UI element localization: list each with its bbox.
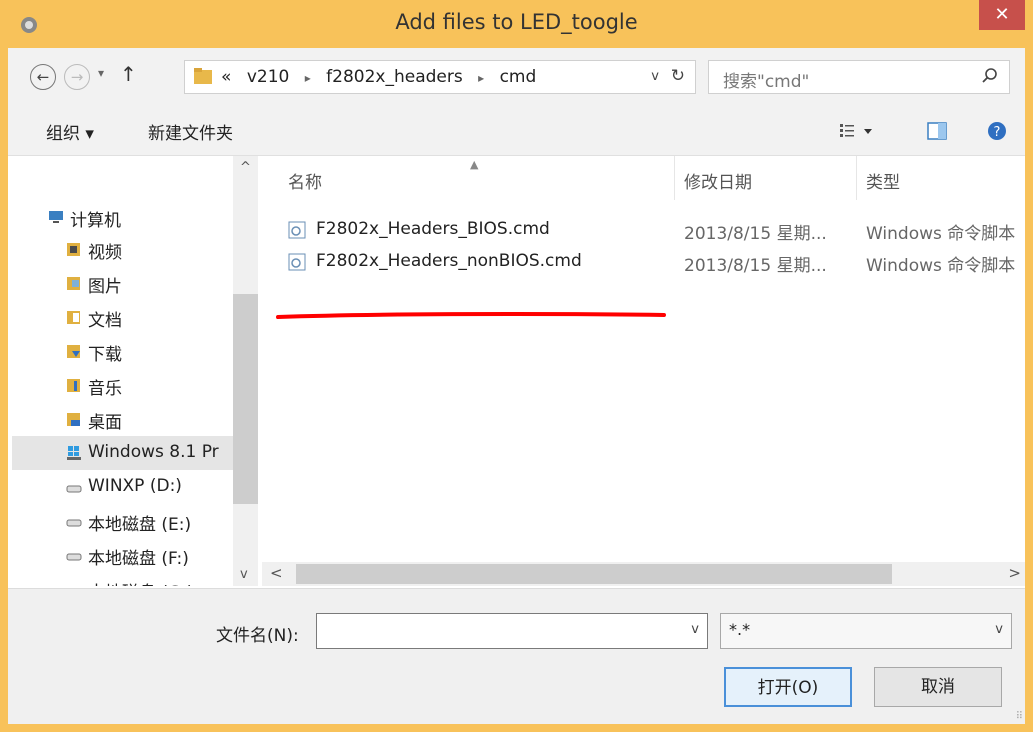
drive-icon <box>66 581 82 586</box>
sidebar-item-label: 文档 <box>88 311 122 331</box>
breadcrumb-overflow[interactable]: « <box>221 67 231 87</box>
navigation-bar: ← → ▾ ↑ « v210 ▸ f2802x_headers ▸ cmd v … <box>8 48 1025 106</box>
organize-menu[interactable]: 组织 ▾ <box>46 119 94 144</box>
help-icon[interactable]: ? <box>986 120 1008 142</box>
documents-library-icon <box>67 311 80 324</box>
recent-locations-dropdown[interactable]: ▾ <box>98 66 104 80</box>
scroll-left-arrow-icon[interactable]: < <box>270 564 283 582</box>
file-name-panel: 文件名(N): v *.* v 打开(O) 取消 ⠿ <box>8 588 1025 724</box>
add-files-dialog: Add files to LED_toogle ✕ ← → ▾ ↑ « v210… <box>0 0 1033 732</box>
back-button[interactable]: ← <box>30 64 56 90</box>
up-button[interactable]: ↑ <box>120 62 137 86</box>
dialog-client-area: ← → ▾ ↑ « v210 ▸ f2802x_headers ▸ cmd v … <box>8 48 1025 724</box>
file-list-horizontal-scrollbar[interactable]: < > <box>262 562 1025 586</box>
refresh-icon[interactable]: ↻ <box>671 66 685 86</box>
drive-icon <box>66 485 82 493</box>
drive-icon <box>66 519 82 527</box>
open-button[interactable]: 打开(O) <box>724 667 852 707</box>
breadcrumb-v210[interactable]: v210 <box>247 67 290 87</box>
desktop-icon <box>67 413 80 426</box>
chevron-right-icon[interactable]: ▸ <box>305 71 311 85</box>
folder-icon <box>194 68 212 84</box>
breadcrumb: « v210 ▸ f2802x_headers ▸ cmd <box>221 67 546 87</box>
file-type-filter-value: *.* <box>729 620 751 639</box>
column-header-type[interactable]: 类型 <box>866 168 900 193</box>
preview-pane-icon[interactable] <box>926 120 948 142</box>
sidebar-item-label: WINXP (D:) <box>88 476 182 496</box>
sidebar-item-label: 本地磁盘 (G:) <box>88 578 194 586</box>
scroll-down-arrow-icon[interactable]: v <box>240 567 248 582</box>
filename-input[interactable]: v <box>316 613 708 649</box>
cancel-button[interactable]: 取消 <box>874 667 1002 707</box>
sidebar-item-label: 视频 <box>88 243 122 263</box>
pictures-library-icon <box>67 277 80 290</box>
table-row[interactable]: F2802x_Headers_nonBIOS.cmd 2013/8/15 星期.… <box>262 248 1025 278</box>
resize-grip-icon[interactable]: ⠿ <box>1016 711 1023 722</box>
sidebar-item-label: 本地磁盘 (F:) <box>88 549 189 569</box>
file-type: Windows 命令脚本 <box>866 256 1016 276</box>
address-history-dropdown[interactable]: v <box>651 69 659 84</box>
filename-label: 文件名(N): <box>216 626 299 646</box>
scrollbar-thumb[interactable] <box>233 294 258 504</box>
file-date: 2013/8/15 星期... <box>684 256 827 276</box>
search-input[interactable]: 搜索"cmd" <box>708 60 1010 94</box>
breadcrumb-f2802x-headers[interactable]: f2802x_headers <box>326 67 463 87</box>
chevron-down-icon[interactable]: v <box>691 622 699 637</box>
scroll-right-arrow-icon[interactable]: > <box>1008 564 1021 582</box>
sidebar-item-label: Windows 8.1 Pr <box>88 442 219 462</box>
search-icon[interactable] <box>981 67 999 85</box>
close-button[interactable]: ✕ <box>979 0 1025 30</box>
sidebar-item-label: 桌面 <box>88 413 122 433</box>
forward-button[interactable]: → <box>64 64 90 90</box>
chevron-right-icon[interactable]: ▸ <box>478 71 484 85</box>
downloads-library-icon <box>67 345 80 358</box>
sort-ascending-icon: ▲ <box>470 158 479 171</box>
column-header-date[interactable]: 修改日期 <box>684 168 752 193</box>
cmd-file-icon <box>288 221 306 239</box>
scrollbar-thumb[interactable] <box>296 564 892 584</box>
file-list: 名称 ▲ 修改日期 类型 F2802x_Headers_BIOS.cmd 201… <box>262 156 1025 586</box>
sidebar-item-label: 本地磁盘 (E:) <box>88 515 192 535</box>
navigation-pane-scrollbar[interactable]: ^ v <box>233 156 258 586</box>
drive-icon <box>66 553 82 561</box>
file-name: F2802x_Headers_nonBIOS.cmd <box>316 251 582 271</box>
window-title: Add files to LED_toogle <box>395 10 638 34</box>
command-toolbar: 组织 ▾ 新建文件夹 ? <box>8 106 1025 156</box>
scroll-up-arrow-icon[interactable]: ^ <box>240 160 251 175</box>
breadcrumb-cmd[interactable]: cmd <box>500 67 537 87</box>
table-row[interactable]: F2802x_Headers_BIOS.cmd 2013/8/15 星期... … <box>262 216 1025 246</box>
change-view-icon[interactable] <box>838 120 878 142</box>
video-library-icon <box>67 243 80 256</box>
sidebar-item-label: 图片 <box>88 277 122 297</box>
new-folder-button[interactable]: 新建文件夹 <box>148 119 233 144</box>
sidebar-item-label: 音乐 <box>88 379 122 399</box>
column-divider[interactable] <box>856 156 857 200</box>
file-type: Windows 命令脚本 <box>866 224 1016 244</box>
windows-drive-icon <box>67 446 81 460</box>
file-type-filter-select[interactable]: *.* v <box>720 613 1012 649</box>
file-name: F2802x_Headers_BIOS.cmd <box>316 219 550 239</box>
navigation-pane: 计算机 视频 图片 文档 下载 音乐 桌面 Windows 8.1 Pr WIN… <box>8 156 258 586</box>
search-placeholder: 搜索"cmd" <box>723 72 810 92</box>
sidebar-item-label: 下载 <box>88 345 122 365</box>
sidebar-item-label: 计算机 <box>70 211 121 231</box>
svg-text:?: ? <box>994 125 1001 140</box>
column-divider[interactable] <box>674 156 675 200</box>
title-bar[interactable]: Add files to LED_toogle ✕ <box>0 0 1033 48</box>
file-date: 2013/8/15 星期... <box>684 224 827 244</box>
chevron-down-icon[interactable]: v <box>995 622 1003 637</box>
address-bar[interactable]: « v210 ▸ f2802x_headers ▸ cmd v ↻ <box>184 60 696 94</box>
music-library-icon <box>67 379 80 392</box>
column-header-name[interactable]: 名称 <box>288 168 322 193</box>
cmd-file-icon <box>288 253 306 271</box>
computer-icon <box>49 211 63 223</box>
red-underline-annotation <box>276 311 666 319</box>
